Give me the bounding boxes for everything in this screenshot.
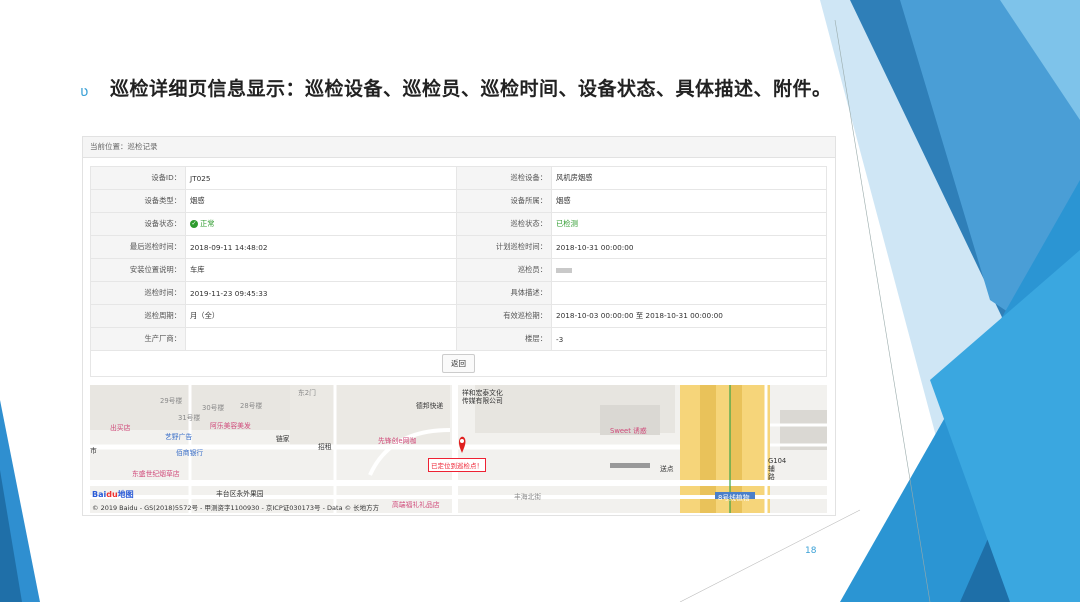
map-label: 招租 [318,443,332,451]
button-row: 返回 [90,351,827,377]
inspect-cycle-value: 月（全） [185,304,457,328]
last-inspect-time-label: 最后巡检时间： [90,235,186,259]
plan-inspect-time-label: 计划巡检时间： [456,235,552,259]
map-label: 送点 [660,465,674,473]
map-copyright: © 2019 Baidu - GS(2018)5572号 - 甲测资字11009… [92,504,380,512]
description-value [551,281,827,305]
map-label: 佰商银行 [176,449,204,457]
inspect-time-value: 2019-11-23 09:45:33 [185,281,457,305]
device-type-value: 烟感 [185,189,457,213]
map-label: 出买店 [110,424,131,432]
table-row: 生产厂商： 楼层： -3 [90,327,827,351]
table-row: 巡检周期： 月（全） 有效巡检期： 2018-10-03 00:00:00 至 … [90,304,827,328]
map-label: 8号线植物 [718,494,750,502]
check-circle-icon: ✓ [190,220,198,228]
device-status-value: ✓ 正常 [185,212,457,236]
table-row: 设备状态： ✓ 正常 巡检状态： 已检测 [90,212,827,236]
description-label: 具体描述： [456,281,552,305]
inspect-device-value: 风机房烟感 [551,166,827,190]
baidu-logo: Baidu地图 [92,490,134,499]
device-owner-label: 设备所属： [456,189,552,213]
map-label: 30号楼 [202,404,225,412]
inspect-time-label: 巡检时间： [90,281,186,305]
map-label: 28号楼 [240,402,263,410]
device-status-label: 设备状态： [90,212,186,236]
map-label: 阿乐美容美发 [210,422,251,430]
breadcrumb: 当前位置：巡检记录 [83,137,835,158]
table-row: 最后巡检时间： 2018-09-11 14:48:02 计划巡检时间： 2018… [90,235,827,259]
map-label: 艺野广告 [165,433,193,441]
plan-inspect-time-value: 2018-10-31 00:00:00 [551,235,827,259]
map-label: 德邦快递 [416,402,444,410]
page-number: 18 [805,546,817,556]
map-label: 传媒有限公司 [462,397,503,405]
map-label: 31号楼 [178,414,201,422]
last-inspect-time-value: 2018-09-11 14:48:02 [185,235,457,259]
bullet-icon: ʋ [80,84,89,100]
redacted-name [556,268,572,273]
inspector-value [551,258,827,282]
floor-value: -3 [551,327,827,351]
device-id-value: JT025 [185,166,457,190]
map-label: G104辅路 [768,457,786,481]
map-label: 链家 [276,435,290,443]
back-button[interactable]: 返回 [442,354,475,373]
valid-period-value: 2018-10-03 00:00:00 至 2018-10-31 00:00:0… [551,304,827,328]
device-owner-value: 烟感 [551,189,827,213]
location-map[interactable]: 东2门 祥和宏泰文化 传媒有限公司 德邦快递 29号楼 30号楼 28号楼 31… [90,385,827,513]
inspect-device-label: 巡检设备： [456,166,552,190]
map-label: Sweet 诱惑 [610,427,647,435]
inspect-status-value: 已检测 [551,212,827,236]
map-label: 丰台区永外果园 [216,490,264,498]
map-label: 东盛世纪烟草店 [132,470,180,478]
inspector-label: 巡检员： [456,258,552,282]
table-row: 安装位置说明： 车库 巡检员： [90,258,827,282]
inspection-detail-panel: 当前位置：巡检记录 设备ID： JT025 巡检设备： 风机房烟感 设备类型： … [82,136,836,516]
map-label: 丰海北街 [514,493,542,501]
inspect-status-label: 巡检状态： [456,212,552,236]
marker-tooltip: 已定位到巡检点！ [428,458,486,472]
table-row: 设备ID： JT025 巡检设备： 风机房烟感 [90,166,827,190]
table-row: 设备类型： 烟感 设备所属： 烟感 [90,189,827,213]
install-location-value: 车库 [185,258,457,282]
install-location-label: 安装位置说明： [90,258,186,282]
manufacturer-value [185,327,457,351]
detail-table: 设备ID： JT025 巡检设备： 风机房烟感 设备类型： 烟感 设备所属： 烟… [90,166,827,351]
inspect-cycle-label: 巡检周期： [90,304,186,328]
device-type-label: 设备类型： [90,189,186,213]
slide-title: 巡检详细页信息显示：巡检设备、巡检员、巡检时间、设备状态、具体描述、附件。 [110,78,832,100]
device-id-label: 设备ID： [90,166,186,190]
valid-period-label: 有效巡检期： [456,304,552,328]
map-label: 东2门 [298,389,316,397]
map-label: 29号楼 [160,397,183,405]
status-text: 正常 [200,219,215,228]
table-row: 巡检时间： 2019-11-23 09:45:33 具体描述： [90,281,827,305]
manufacturer-label: 生产厂商： [90,327,186,351]
map-label: 先锋创e网咖 [378,437,417,445]
floor-label: 楼层： [456,327,552,351]
map-label: 高端福礼礼品店 [392,501,440,509]
map-label: 市 [90,447,97,455]
